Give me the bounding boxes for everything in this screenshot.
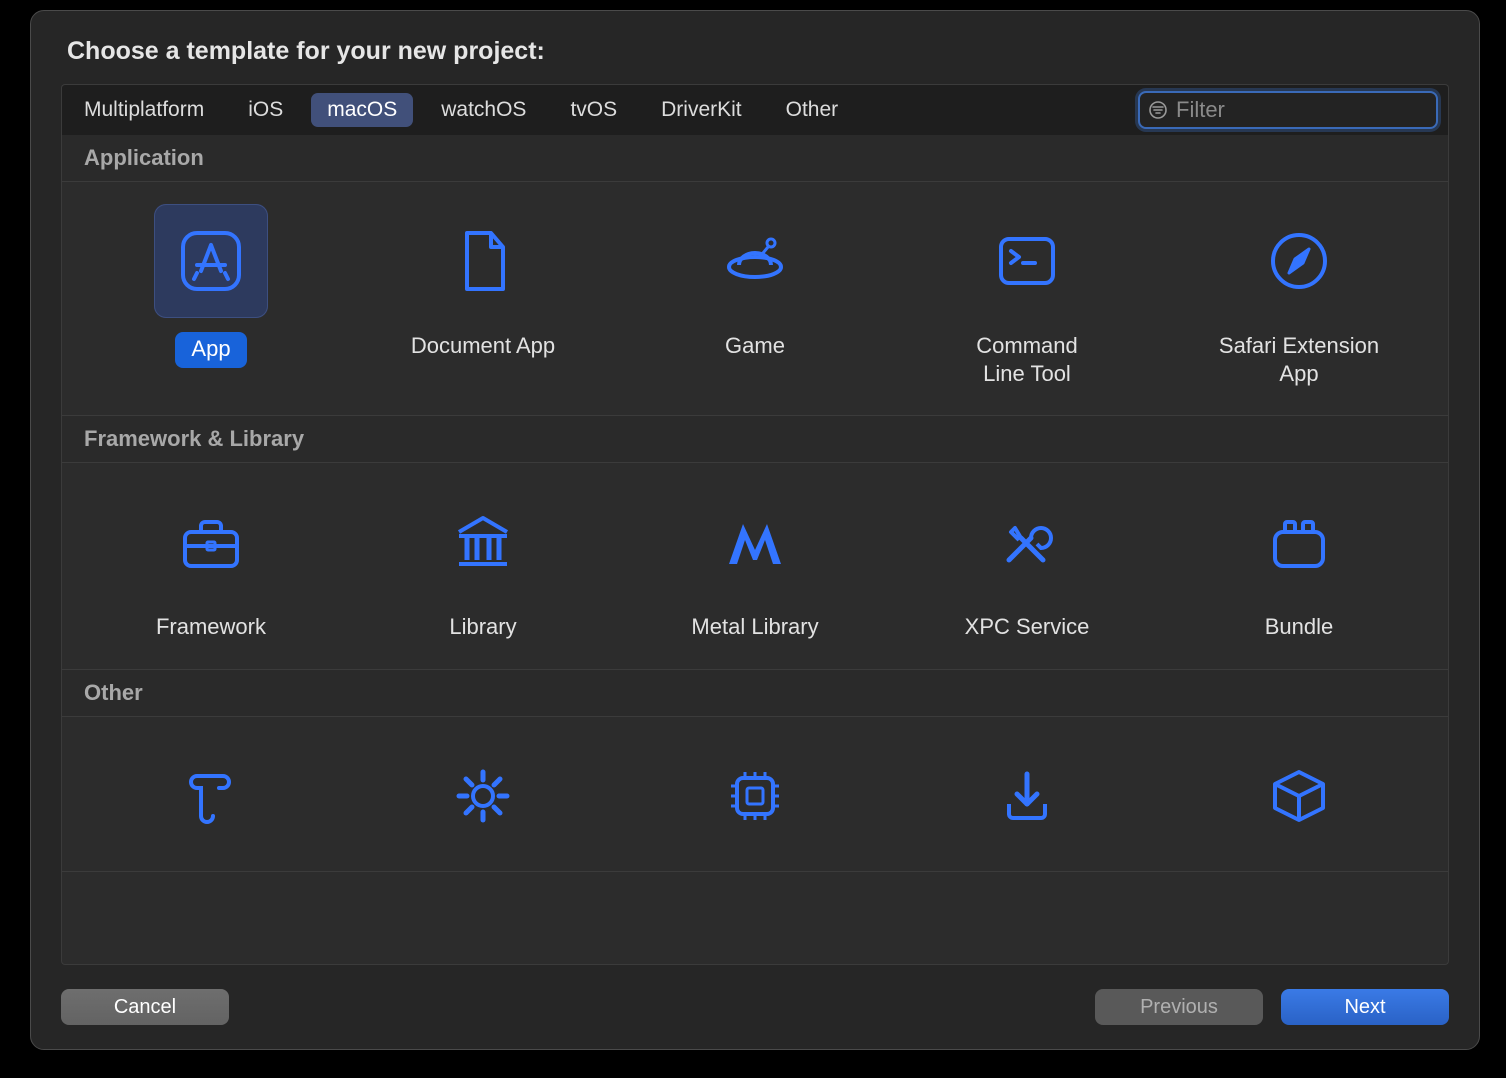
download-icon	[991, 760, 1063, 832]
tab-tvos[interactable]: tvOS	[554, 93, 633, 127]
template-app[interactable]: App	[80, 204, 342, 387]
template-safari-extension-app-label: Safari Extension App	[1219, 332, 1379, 387]
platform-tabbar: Multiplatform iOS macOS watchOS tvOS Dri…	[61, 84, 1449, 135]
template-app-label: App	[175, 332, 246, 368]
template-command-line-tool[interactable]: Command Line Tool	[896, 204, 1158, 387]
toolbox-icon	[175, 506, 247, 578]
tab-watchos[interactable]: watchOS	[425, 93, 542, 127]
template-other-3[interactable]	[896, 739, 1158, 867]
tools-icon	[991, 506, 1063, 578]
template-xpc-service-label: XPC Service	[965, 613, 1090, 641]
template-command-line-tool-label: Command Line Tool	[976, 332, 1077, 387]
filter-input[interactable]	[1176, 97, 1464, 123]
tab-multiplatform[interactable]: Multiplatform	[68, 93, 220, 127]
cancel-button[interactable]: Cancel	[61, 989, 229, 1025]
previous-button[interactable]: Previous	[1095, 989, 1263, 1025]
template-library-label: Library	[449, 613, 516, 641]
template-game-label: Game	[725, 332, 785, 360]
new-project-template-sheet: Choose a template for your new project: …	[30, 10, 1480, 1050]
filter-field[interactable]	[1138, 91, 1438, 129]
template-metal-library-label: Metal Library	[691, 613, 818, 641]
template-bundle-label: Bundle	[1265, 613, 1334, 641]
template-framework[interactable]: Framework	[80, 485, 342, 641]
gear-icon	[447, 760, 519, 832]
template-document-app-label: Document App	[411, 332, 555, 360]
section-header-application: Application	[62, 135, 1448, 182]
bundle-icon	[1263, 506, 1335, 578]
compass-icon	[1263, 225, 1335, 297]
template-document-app[interactable]: Document App	[352, 204, 614, 387]
library-building-icon	[447, 506, 519, 578]
chip-icon	[719, 760, 791, 832]
template-bundle[interactable]: Bundle	[1168, 485, 1430, 641]
template-safari-extension-app[interactable]: Safari Extension App	[1168, 204, 1430, 387]
tab-macos[interactable]: macOS	[311, 93, 413, 127]
template-other-0[interactable]	[80, 739, 342, 867]
script-icon	[175, 760, 247, 832]
document-icon	[447, 225, 519, 297]
section-header-other: Other	[62, 670, 1448, 717]
template-metal-library[interactable]: Metal Library	[624, 485, 886, 641]
template-grid: Application App Document App Game Comman…	[61, 135, 1449, 965]
section-application-row: App Document App Game Command Line Tool …	[62, 182, 1448, 416]
next-button[interactable]: Next	[1281, 989, 1449, 1025]
app-icon	[175, 225, 247, 297]
tab-other[interactable]: Other	[770, 93, 855, 127]
game-icon	[719, 225, 791, 297]
platform-tabs: Multiplatform iOS macOS watchOS tvOS Dri…	[68, 93, 1138, 127]
template-other-4[interactable]	[1168, 739, 1430, 867]
template-framework-label: Framework	[156, 613, 266, 641]
cube-icon	[1263, 760, 1335, 832]
section-other-row	[62, 717, 1448, 872]
template-game[interactable]: Game	[624, 204, 886, 387]
template-library[interactable]: Library	[352, 485, 614, 641]
section-framework-row: Framework Library Metal Library XPC Serv…	[62, 463, 1448, 670]
section-header-framework-library: Framework & Library	[62, 416, 1448, 463]
template-other-2[interactable]	[624, 739, 886, 867]
template-other-1[interactable]	[352, 739, 614, 867]
sheet-title: Choose a template for your new project:	[67, 37, 1449, 66]
template-xpc-service[interactable]: XPC Service	[896, 485, 1158, 641]
metal-icon	[719, 506, 791, 578]
terminal-icon	[991, 225, 1063, 297]
filter-icon	[1148, 100, 1168, 120]
sheet-footer: Cancel Previous Next	[61, 965, 1449, 1025]
tab-ios[interactable]: iOS	[232, 93, 299, 127]
tab-driverkit[interactable]: DriverKit	[645, 93, 758, 127]
